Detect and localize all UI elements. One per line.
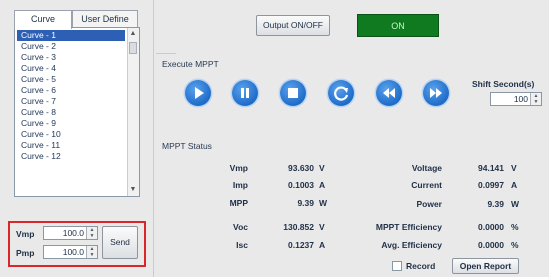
section-divider (156, 53, 176, 54)
status-unit: V (511, 163, 517, 173)
status-value: 93.630 (288, 163, 314, 173)
status-unit: V (319, 222, 325, 232)
list-item[interactable]: Curve - 11 (15, 140, 139, 151)
scroll-up-icon[interactable]: ▲ (128, 29, 138, 39)
status-label: Vmp (229, 163, 248, 173)
status-label: Isc (236, 240, 248, 250)
vmp-label: Vmp (16, 229, 35, 239)
status-label: MPP (229, 198, 248, 208)
status-value: 0.0000 (478, 222, 504, 232)
status-unit: V (319, 163, 325, 173)
vmp-spinner[interactable]: ▲ ▼ (86, 227, 97, 239)
status-unit: A (319, 180, 326, 190)
list-item[interactable]: Curve - 7 (15, 96, 139, 107)
list-item[interactable]: Curve - 12 (15, 151, 139, 162)
status-value: 9.39 (487, 199, 504, 209)
curve-list[interactable]: Curve - 1 Curve - 2 Curve - 3 Curve - 4 … (14, 27, 140, 197)
pmp-label: Pmp (16, 248, 35, 258)
panel-divider (153, 0, 154, 277)
open-report-button[interactable]: Open Report (452, 258, 519, 274)
vmp-input[interactable]: 100.0 ▲ ▼ (43, 226, 98, 240)
status-label: Current (411, 180, 442, 190)
scroll-down-icon[interactable]: ▼ (128, 185, 138, 195)
status-value: 0.0997 (478, 180, 504, 190)
rewind-icon (383, 88, 395, 98)
status-label: Imp (232, 180, 248, 190)
execute-mppt-title: Execute MPPT (162, 59, 219, 69)
shift-second-label: Shift Second(s) (472, 79, 535, 89)
refresh-icon (334, 86, 349, 101)
list-item[interactable]: Curve - 9 (15, 118, 139, 129)
stop-icon (288, 88, 298, 98)
tab-user-define[interactable]: User Define (72, 10, 138, 28)
status-unit: % (511, 222, 519, 232)
list-item[interactable]: Curve - 5 (15, 74, 139, 85)
shift-second-spinner[interactable]: ▲ ▼ (530, 93, 541, 105)
status-label: Voc (233, 222, 248, 232)
list-item[interactable]: Curve - 10 (15, 129, 139, 140)
play-button[interactable] (185, 80, 211, 106)
shift-second-input[interactable]: 100 ▲ ▼ (490, 92, 542, 106)
status-value: 94.141 (478, 163, 504, 173)
status-unit: W (319, 198, 328, 208)
refresh-button[interactable] (328, 80, 354, 106)
status-value: 0.0000 (478, 240, 504, 250)
status-unit: % (511, 240, 519, 250)
list-scrollbar[interactable]: ▲ ▼ (127, 28, 139, 196)
pause-icon (241, 88, 249, 98)
fast-forward-icon (430, 88, 442, 98)
status-label: Voltage (411, 163, 442, 173)
output-status-indicator: ON (357, 14, 439, 37)
output-onoff-button[interactable]: Output ON/OFF (256, 15, 330, 36)
stop-button[interactable] (280, 80, 306, 106)
list-item[interactable]: Curve - 1 (17, 30, 125, 41)
status-unit: A (511, 180, 518, 190)
status-value: 130.852 (283, 222, 314, 232)
scroll-thumb[interactable] (129, 42, 137, 54)
pmp-spinner[interactable]: ▲ ▼ (86, 246, 97, 258)
rewind-button[interactable] (376, 80, 402, 106)
record-label: Record (406, 261, 436, 271)
list-item[interactable]: Curve - 3 (15, 52, 139, 63)
mppt-status-title: MPPT Status (162, 141, 212, 151)
list-item[interactable]: Curve - 4 (15, 63, 139, 74)
vmp-value: 100.0 (62, 228, 84, 238)
list-item[interactable]: Curve - 8 (15, 107, 139, 118)
status-value: 0.1237 (288, 240, 314, 250)
status-value: 9.39 (297, 198, 314, 208)
list-item[interactable]: Curve - 2 (15, 41, 139, 52)
status-label: Power (416, 199, 442, 209)
status-unit: W (511, 199, 520, 209)
shift-second-value: 100 (513, 94, 528, 104)
send-button[interactable]: Send (102, 226, 138, 259)
record-checkbox[interactable] (392, 261, 402, 271)
pmp-input[interactable]: 100.0 ▲ ▼ (43, 245, 98, 259)
status-label: Avg. Efficiency (381, 240, 442, 250)
status-value: 0.1003 (288, 180, 314, 190)
tab-curve[interactable]: Curve (14, 10, 72, 29)
pmp-value: 100.0 (62, 247, 84, 257)
pause-button[interactable] (232, 80, 258, 106)
list-item[interactable]: Curve - 6 (15, 85, 139, 96)
status-unit: A (319, 240, 326, 250)
status-label: MPPT Efficiency (375, 222, 442, 232)
fast-forward-button[interactable] (423, 80, 449, 106)
play-icon (195, 87, 204, 99)
